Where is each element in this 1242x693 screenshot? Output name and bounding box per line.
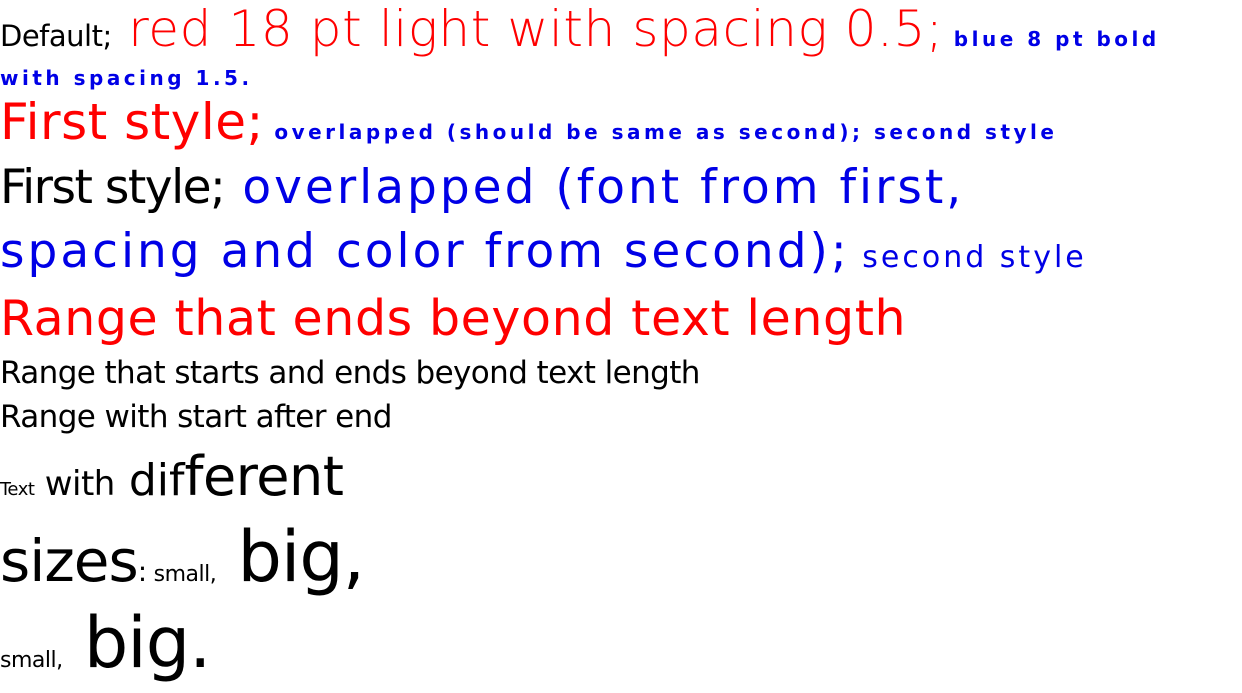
paragraph-default-red-blue: Default; red 18 pt light with spacing 0.…: [0, 4, 1160, 54]
overlapped-mixed-text-continued: spacing and color from second);: [0, 224, 850, 279]
size-large-text: sizes: [0, 527, 139, 595]
size-small-text: small,: [0, 648, 63, 673]
range-ends-beyond-text: Range that ends beyond text length: [0, 290, 907, 347]
size-small-text: with: [34, 464, 116, 504]
different-sizes-line-2: sizes: small, big,: [0, 522, 365, 595]
red-18pt-light-text: red 18 pt light with spacing 0.5;: [111, 0, 944, 58]
blue-8pt-bold-text: blue 8 pt bold: [943, 27, 1160, 51]
text-styles-demo-page: Default; red 18 pt light with spacing 0.…: [0, 0, 1242, 693]
different-sizes-line-1: Text with different: [0, 450, 344, 506]
first-style-text: First style;: [0, 93, 264, 151]
size-colon-text: :: [137, 555, 148, 588]
size-small-text: small,: [147, 562, 217, 587]
size-tiny-text: Text: [0, 479, 35, 500]
different-sizes-line-3: small, big.: [0, 608, 211, 678]
blue-8pt-bold-text-continued: with spacing 1.5.: [0, 66, 253, 90]
range-start-after-end-text: Range with start after end: [0, 399, 392, 435]
range-starts-and-ends-beyond-text: Range that starts and ends beyond text l…: [0, 355, 700, 391]
paragraph-overlapped-mixed: First style; overlapped (font from first…: [0, 164, 964, 211]
overlapped-mixed-text: overlapped (font from first,: [224, 160, 965, 215]
size-medium-text: dif: [114, 455, 185, 506]
size-large-text: ferent: [184, 445, 344, 508]
paragraph-overlapped-same: First style; overlapped (should be same …: [0, 97, 1057, 147]
first-style-text: First style;: [0, 160, 226, 215]
second-style-text: second style: [849, 240, 1087, 275]
default-style-text: Default;: [0, 19, 112, 53]
size-huge-text: big,: [216, 516, 365, 598]
size-huge-text: big.: [62, 602, 212, 684]
overlapped-second-style-text: overlapped (should be same as second); s…: [263, 120, 1058, 144]
paragraph-overlapped-mixed-continued: spacing and color from second); second s…: [0, 228, 1087, 275]
